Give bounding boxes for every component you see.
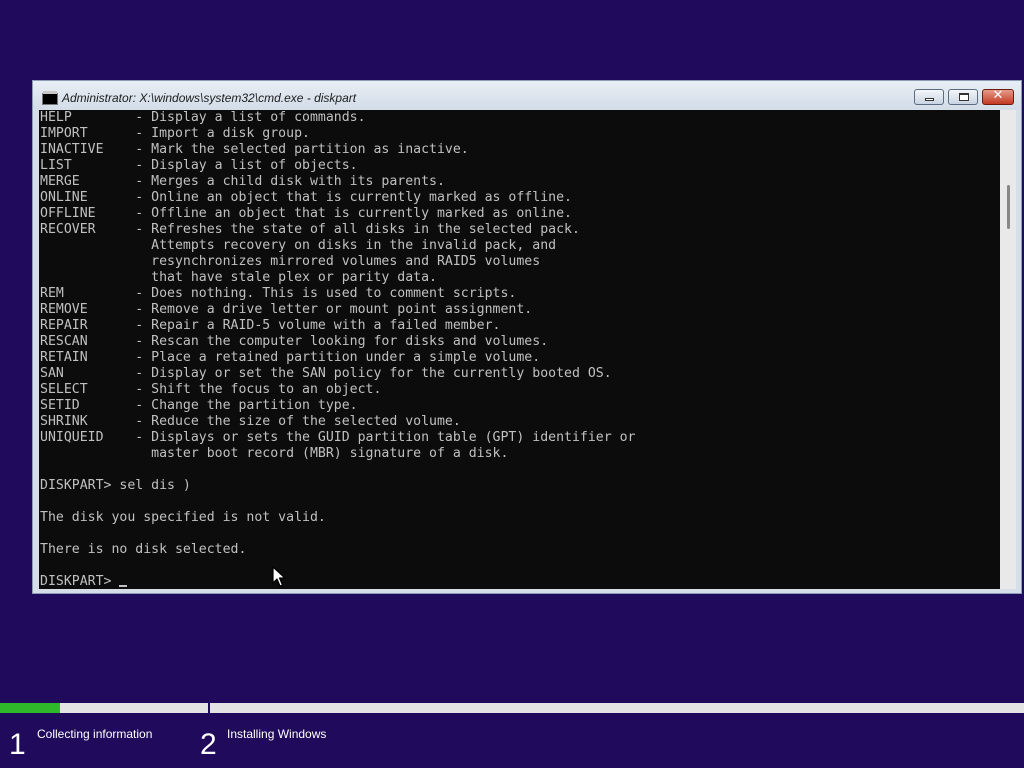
console-icon[interactable] [42, 91, 58, 105]
step-1-number: 1 [9, 728, 26, 761]
maximize-button[interactable] [948, 89, 978, 105]
console-line: ONLINE - Online an object that is curren… [40, 190, 572, 205]
console-line: OFFLINE - Offline an object that is curr… [40, 206, 572, 221]
console-line: HELP - Display a list of commands. [40, 110, 366, 125]
console-line: that have stale plex or parity data. [40, 270, 437, 285]
close-icon: ✕ [992, 88, 1004, 103]
console-line: INACTIVE - Mark the selected partition a… [40, 142, 469, 157]
console-line: RETAIN - Place a retained partition unde… [40, 350, 541, 365]
console-line: There is no disk selected. [40, 542, 247, 557]
progress-fill [0, 703, 61, 713]
console-line: The disk you specified is not valid. [40, 510, 326, 525]
scrollbar-thumb[interactable] [1007, 185, 1010, 229]
console-line: SELECT - Shift the focus to an object. [40, 382, 382, 397]
console-line: SETID - Change the partition type. [40, 398, 358, 413]
console-line: RECOVER - Refreshes the state of all dis… [40, 222, 580, 237]
console-output[interactable]: HELP - Display a list of commands. IMPORT… [39, 110, 1000, 589]
console-line: LIST - Display a list of objects. [40, 158, 358, 173]
console-line: UNIQUEID - Displays or sets the GUID par… [40, 430, 636, 445]
minimize-icon [925, 98, 934, 101]
vertical-scrollbar[interactable] [1000, 110, 1016, 589]
console-line: SHRINK - Reduce the size of the selected… [40, 414, 461, 429]
maximize-icon [959, 93, 969, 101]
console-line: REPAIR - Repair a RAID-5 volume with a f… [40, 318, 501, 333]
console-line: Attempts recovery on disks in the invali… [40, 238, 557, 253]
console-text: HELP - Display a list of commands. IMPORT… [40, 110, 635, 589]
console-line: RESCAN - Rescan the computer looking for… [40, 334, 549, 349]
setup-progress-bar [0, 703, 1024, 713]
prompt-text: DISKPART> [40, 574, 112, 589]
window-title: Administrator: X:\windows\system32\cmd.e… [62, 91, 357, 105]
text-cursor [119, 585, 128, 587]
console-line: REM - Does nothing. This is used to comm… [40, 286, 517, 301]
step-2-number: 2 [200, 728, 217, 761]
console-line: DISKPART> sel dis ) [40, 478, 191, 493]
step-1-label: Collecting information [37, 727, 153, 741]
mouse-pointer-icon [272, 566, 286, 587]
console-line: MERGE - Merges a child disk with its par… [40, 174, 445, 189]
console-line: resynchronizes mirrored volumes and RAID… [40, 254, 541, 269]
console-line: SAN - Display or set the SAN policy for … [40, 366, 612, 381]
step-2-label: Installing Windows [227, 727, 327, 741]
cmd-window[interactable]: Administrator: X:\windows\system32\cmd.e… [32, 80, 1022, 594]
console-line: REMOVE - Remove a drive letter or mount … [40, 302, 533, 317]
title-bar[interactable]: Administrator: X:\windows\system32\cmd.e… [33, 81, 1021, 109]
console-line: master boot record (MBR) signature of a … [40, 446, 509, 461]
minimize-button[interactable] [914, 89, 944, 105]
progress-divider [208, 703, 210, 713]
command-prompt[interactable]: DISKPART> [40, 574, 635, 589]
console-line: IMPORT - Import a disk group. [40, 126, 310, 141]
close-button[interactable]: ✕ [982, 88, 1014, 105]
